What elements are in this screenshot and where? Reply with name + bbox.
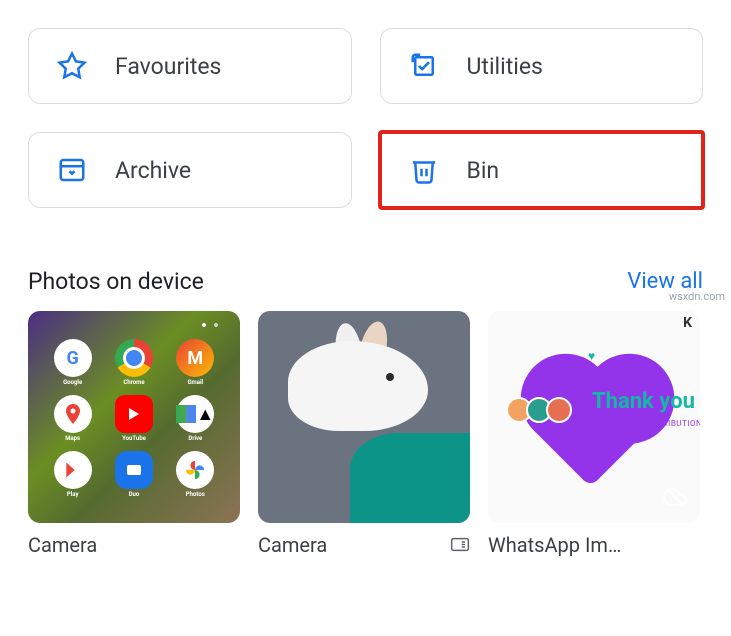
archive-label: Archive (115, 157, 191, 184)
duo-icon (115, 451, 153, 489)
utilities-label: Utilities (467, 53, 543, 80)
chrome-icon (115, 339, 153, 377)
archive-button[interactable]: Archive (28, 132, 352, 208)
album-thumbnail (258, 311, 470, 523)
album-whatsapp[interactable]: K ♥ ♥ Thank you FOR YOUR CONTRIBUTION! W… (488, 311, 700, 557)
trash-icon (409, 155, 439, 185)
youtube-icon (115, 395, 153, 433)
album-thumbnail: G M ▲ (28, 311, 240, 523)
gmail-icon: M (176, 339, 214, 377)
star-icon (57, 51, 87, 81)
google-icon: G (54, 339, 92, 377)
album-title: WhatsApp Im… (488, 533, 621, 557)
section-title: Photos on device (28, 268, 204, 295)
maps-icon (54, 395, 92, 433)
album-camera-2[interactable]: Camera (258, 311, 470, 557)
bin-label: Bin (467, 157, 500, 184)
album-camera-1[interactable]: G M ▲ Camera (28, 311, 240, 557)
cloud-off-icon (660, 485, 690, 513)
album-title: Camera (258, 533, 327, 557)
play-icon (54, 451, 92, 489)
utilities-icon (409, 51, 439, 81)
archive-icon (57, 155, 87, 185)
sd-card-icon (450, 537, 470, 553)
bin-button[interactable]: Bin (380, 132, 704, 208)
thank-you-text: Thank you (592, 389, 695, 414)
utilities-button[interactable]: Utilities (380, 28, 704, 104)
favourites-button[interactable]: Favourites (28, 28, 352, 104)
section-header: Photos on device View all (28, 268, 703, 295)
contribution-text: FOR YOUR CONTRIBUTION! (596, 419, 700, 428)
album-thumbnail: K ♥ ♥ Thank you FOR YOUR CONTRIBUTION! (488, 311, 700, 523)
albums-row: G M ▲ Camera Camera (28, 311, 703, 557)
watermark: wsxdn.com (669, 290, 725, 303)
drive-icon: ▲ (176, 395, 214, 433)
photos-icon (176, 451, 214, 489)
album-title: Camera (28, 533, 97, 557)
corner-letter: K (683, 315, 692, 331)
favourites-label: Favourites (115, 53, 221, 80)
